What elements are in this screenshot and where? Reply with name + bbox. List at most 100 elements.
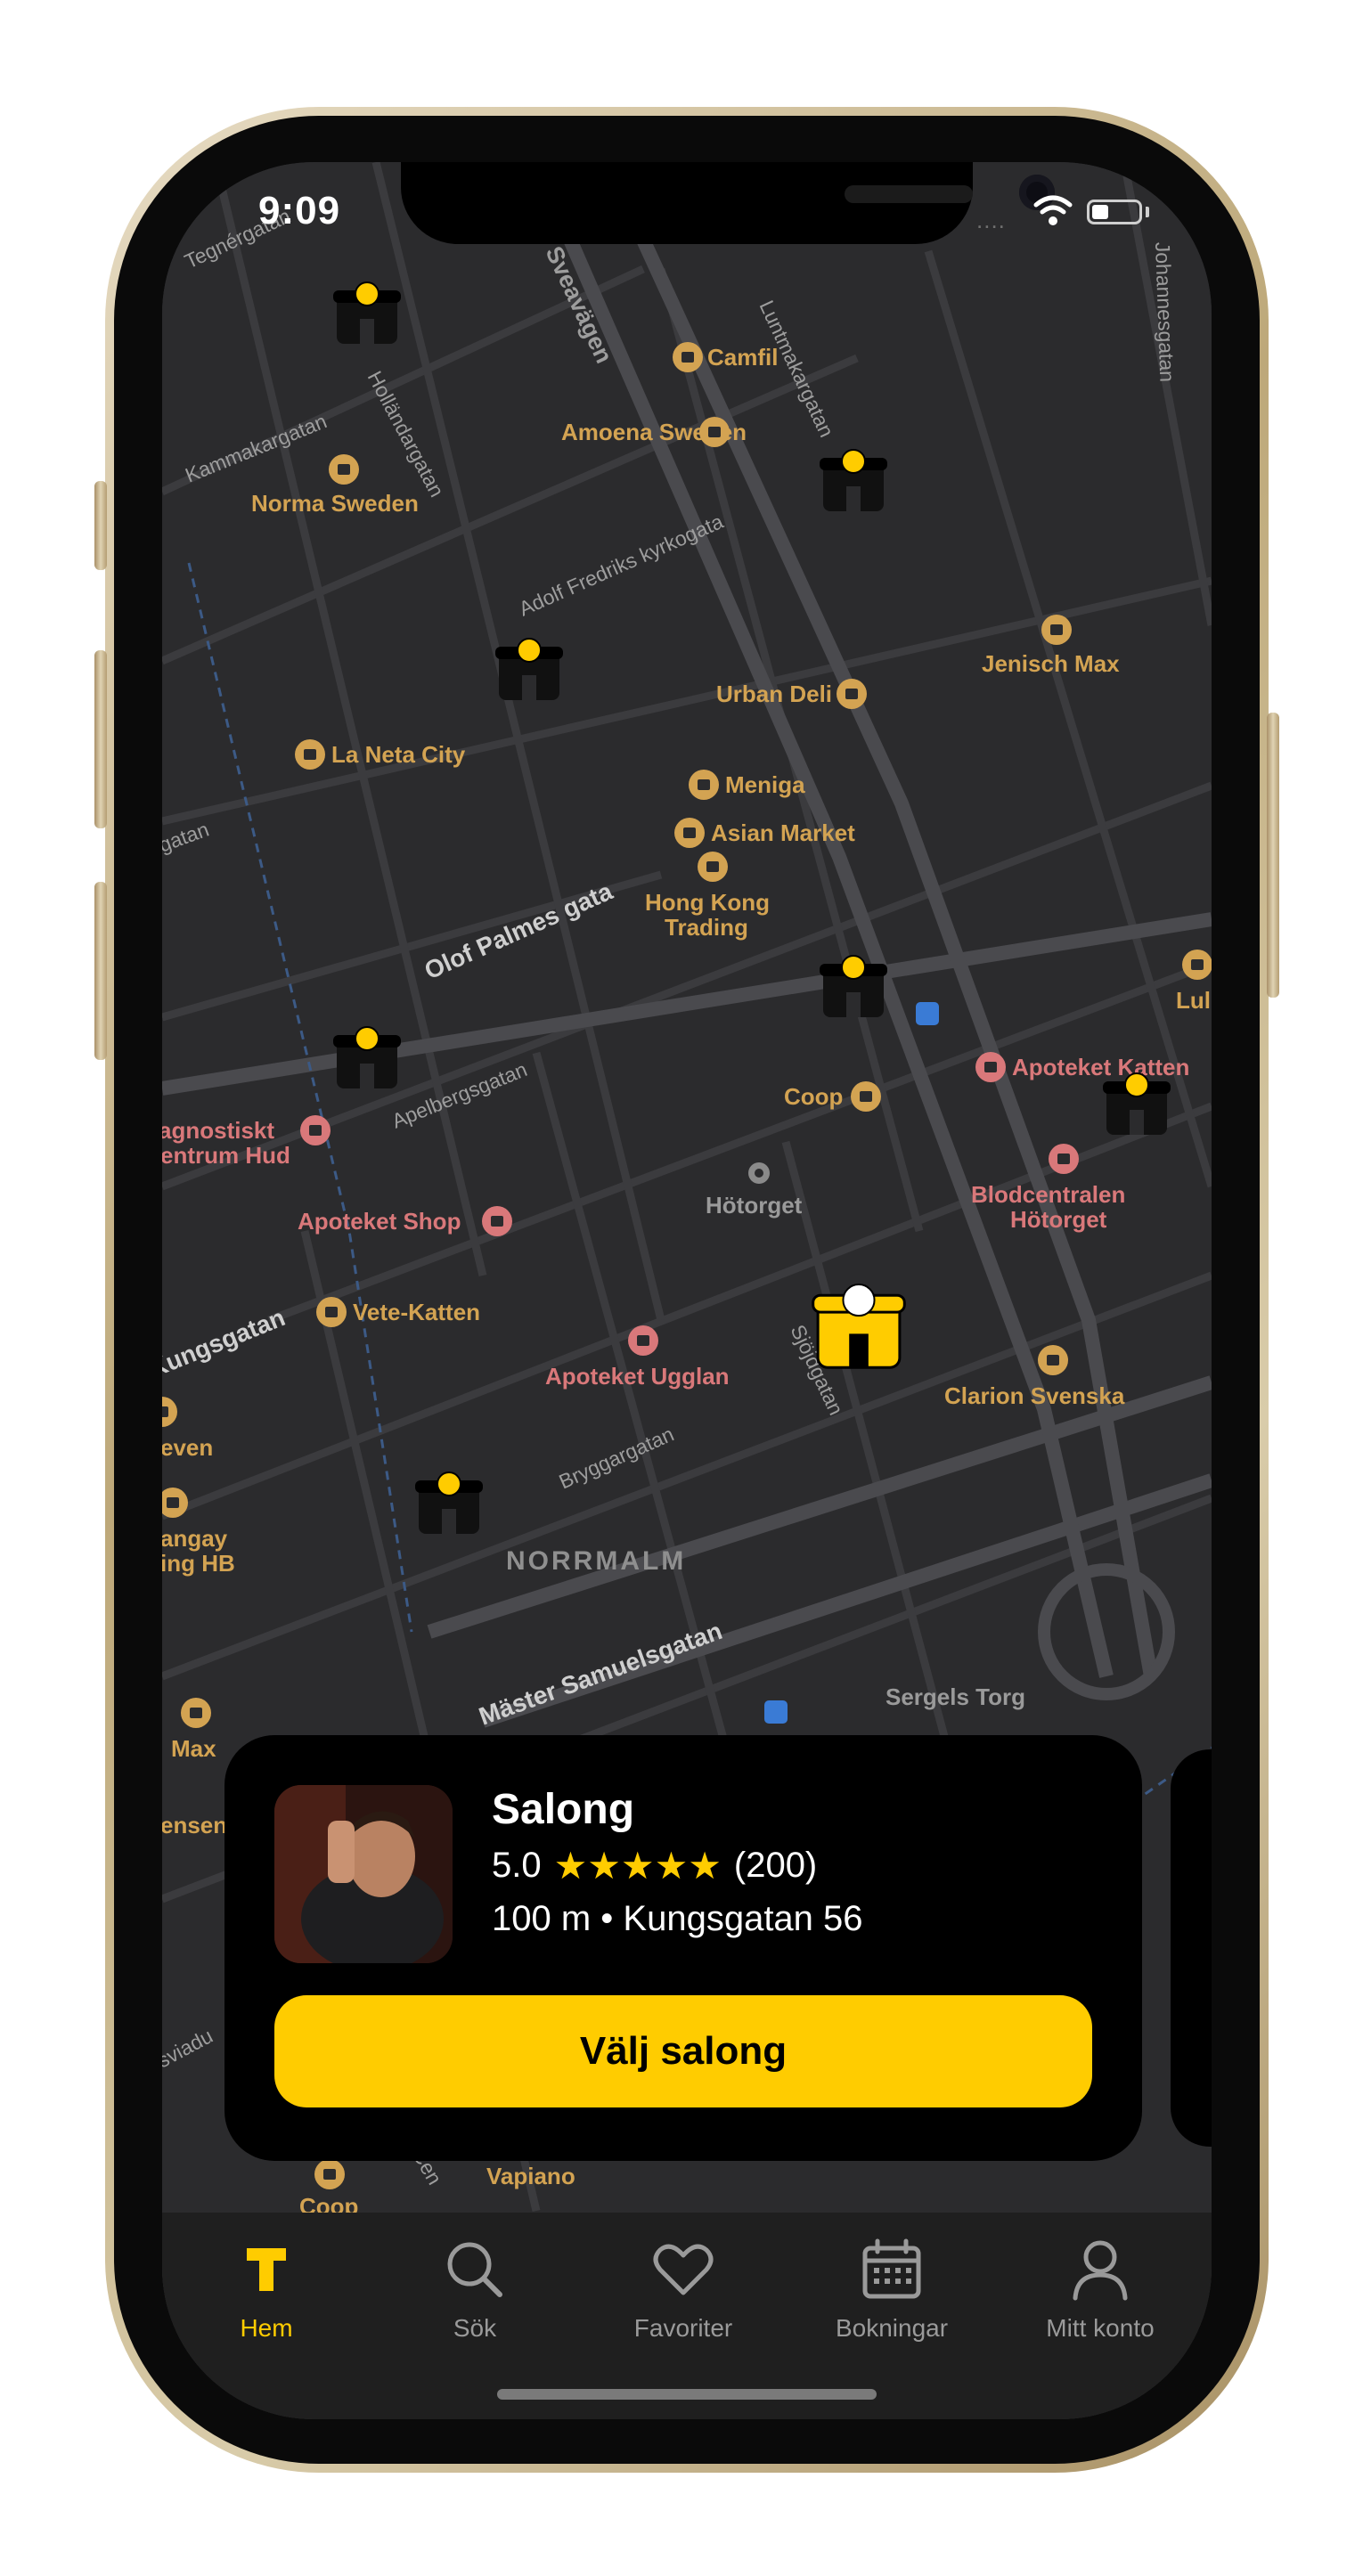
salon-pin-door (846, 486, 861, 511)
poi-label[interactable]: angay (162, 1525, 228, 1552)
poi-label[interactable]: Vete-Katten (353, 1299, 480, 1325)
shopping-bag-icon-glyph (1191, 959, 1204, 970)
tab-label: Sök (453, 2314, 497, 2342)
scissors-icon (1124, 1072, 1149, 1097)
notch (401, 162, 1055, 244)
shopping-bag-icon-glyph (338, 464, 350, 475)
poi-label[interactable]: Apoteket Shop (298, 1208, 461, 1235)
cart-icon-glyph (706, 861, 719, 872)
salon-pin-door (1130, 1110, 1144, 1135)
metro-icon[interactable] (916, 1002, 939, 1025)
shopping-bag-icon-glyph (698, 779, 710, 790)
tab-label: Bokningar (835, 2314, 949, 2342)
poi-label[interactable]: La Neta City (331, 741, 466, 768)
poi-label[interactable]: Apoteket Ugglan (545, 1363, 730, 1390)
salon-pin[interactable] (495, 638, 563, 700)
tab-account[interactable]: Mitt konto (996, 2234, 1204, 2350)
tab-home[interactable]: Hem (162, 2234, 371, 2350)
poi-label[interactable]: Trading (665, 914, 748, 941)
poi-label[interactable]: ensen (162, 1812, 227, 1838)
cart-icon-glyph (860, 1091, 872, 1102)
fork-knife-icon-glyph (304, 749, 316, 760)
poi-label[interactable]: Camfil (707, 344, 778, 371)
salon-rating-row: 5.0 ★★★★★ (200) (492, 1844, 817, 1887)
poi-label[interactable]: ing HB (162, 1550, 235, 1577)
area-label-sergels: Sergels Torg (886, 1683, 1025, 1710)
search-icon (447, 2242, 502, 2297)
signal-icon: .... (976, 207, 1006, 233)
poi-label[interactable]: agnostiskt (162, 1117, 274, 1144)
poi-label[interactable]: Hong Kong (645, 889, 770, 916)
cart-icon-glyph (683, 827, 696, 838)
tab-search[interactable]: Sök (371, 2234, 579, 2350)
shopping-bag-icon-glyph (1047, 1355, 1059, 1365)
tab-label: Favoriter (633, 2314, 733, 2342)
salon-pin[interactable] (333, 281, 401, 344)
salon-pin-door (522, 675, 536, 700)
tab-bookings[interactable]: Bokningar (788, 2234, 996, 2350)
poi-label[interactable]: Blodcentralen (971, 1181, 1125, 1208)
battery-icon (1087, 200, 1142, 224)
volume-down-button (94, 882, 107, 1060)
salon-pin[interactable] (820, 955, 887, 1017)
pill-icon-glyph (984, 1062, 997, 1072)
cart-icon-glyph (167, 1497, 179, 1508)
poi-label[interactable]: Max (171, 1735, 216, 1762)
salon-pin-door (442, 1509, 456, 1534)
mute-switch (94, 481, 107, 570)
poi-label[interactable]: Meniga (725, 771, 805, 798)
calendar-icon (862, 2238, 921, 2299)
tab-bar: Hem Sök Favoriter Bokningar Mitt konto (162, 2213, 1212, 2419)
salon-pin-door (360, 319, 374, 344)
poi-label[interactable]: Coop (784, 1083, 843, 1110)
train-icon[interactable] (764, 1700, 788, 1724)
scissors-icon (517, 638, 542, 663)
poi-label[interactable]: Clarion Svenska (944, 1382, 1125, 1409)
scissors-icon (355, 281, 380, 306)
poi-label[interactable]: even (162, 1434, 213, 1461)
person-icon (1073, 2240, 1128, 2301)
poi-label[interactable]: Norma Sweden (251, 490, 419, 517)
home-logo-icon (247, 2248, 286, 2291)
home-indicator[interactable] (497, 2389, 877, 2400)
area-label-norrmalm: NORRMALM (506, 1546, 686, 1576)
tab-label: Mitt konto (1046, 2314, 1155, 2342)
shopping-bag-icon-glyph (1050, 624, 1063, 635)
scissors-icon (355, 1026, 380, 1051)
poi-label[interactable]: Lul (1176, 987, 1211, 1014)
salon-pin[interactable] (415, 1471, 483, 1534)
salon-distance-address: 100 m • Kungsgatan 56 (492, 1899, 863, 1938)
screen: Tegnérgatan Sveavägen Luntmakargatan Joh… (162, 162, 1212, 2419)
shopping-bag-icon-glyph (708, 427, 721, 437)
salon-pin-door (849, 1333, 869, 1368)
salon-pin-door (846, 992, 861, 1017)
shopping-bag-icon-glyph (682, 352, 694, 363)
tab-favorites[interactable]: Favoriter (579, 2234, 788, 2350)
heart-icon (653, 2244, 714, 2295)
poi-label[interactable]: Hötorget (1010, 1206, 1107, 1233)
status-icons: .... (976, 194, 1190, 233)
pill-icon-glyph (637, 1335, 649, 1346)
salon-pin[interactable] (1103, 1072, 1171, 1135)
review-count: (200) (733, 1846, 818, 1885)
street-label: Johannesgatan (1151, 241, 1179, 382)
fork-knife-icon-glyph (845, 689, 858, 699)
salon-pin[interactable] (820, 449, 887, 511)
next-salon-card-peek[interactable] (1171, 1749, 1212, 2147)
poi-label[interactable]: Apoteket Katten (1012, 1054, 1189, 1080)
medical-cross-icon-glyph (1057, 1153, 1070, 1164)
wifi-icon (1033, 195, 1073, 225)
scissors-icon (841, 449, 866, 474)
scissors-icon (437, 1471, 461, 1496)
salon-pin[interactable] (333, 1026, 401, 1088)
salon-card[interactable]: Salong 5.0 ★★★★★ (200) 100 m • Kungsgata… (224, 1735, 1142, 2161)
poi-label[interactable]: Urban Deli (716, 681, 832, 707)
scissors-icon (842, 1284, 876, 1317)
selected-salon-pin[interactable] (812, 1284, 906, 1369)
poi-label[interactable]: Vapiano (486, 2163, 575, 2189)
poi-label[interactable]: Jenisch Max (982, 650, 1120, 677)
poi-label[interactable]: entrum Hud (162, 1142, 290, 1169)
poi-label[interactable]: Asian Market (711, 819, 855, 846)
choose-salon-button[interactable]: Välj salong (274, 1995, 1092, 2107)
salon-photo (274, 1785, 453, 1963)
